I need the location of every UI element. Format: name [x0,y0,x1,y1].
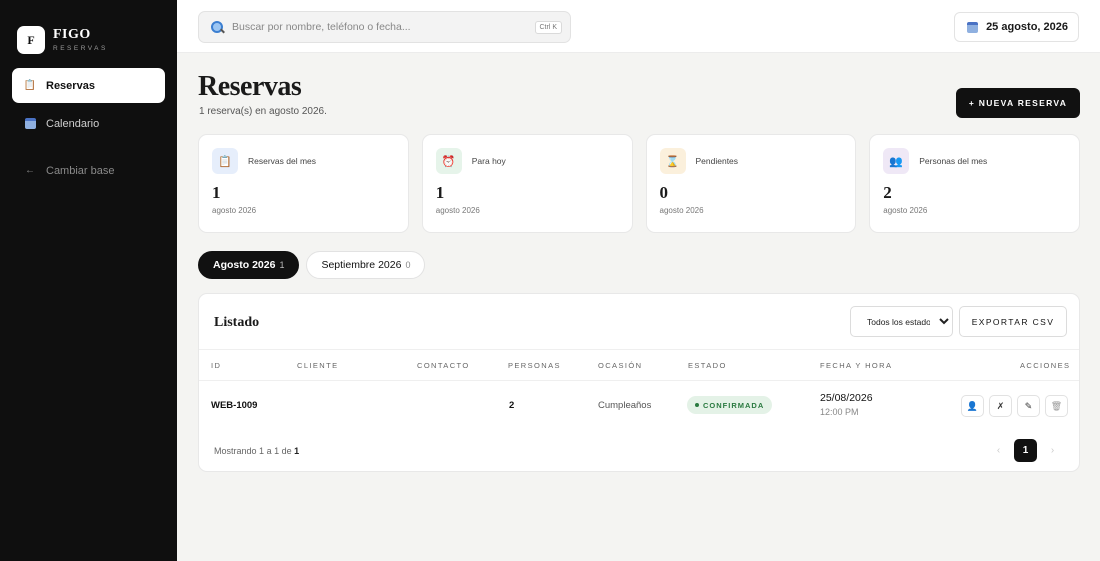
main-content: Reservas 1 reserva(s) en agosto 2026. + … [177,53,1100,561]
column-header-fecha-hora[interactable]: FECHA Y HORA [820,361,892,370]
page-title: Reservas [198,71,302,102]
reservation-id: WEB-1009 [211,400,258,411]
calendar-icon [967,21,979,33]
clipboard-icon: 📋 [23,80,37,91]
shortcut-badge: Ctrl K [534,20,562,34]
stat-sub: agosto 2026 [435,206,480,215]
stat-value: 1 [435,183,445,202]
month-tabs: Agosto 2026 1 Septiembre 2026 0 [198,251,426,279]
stat-card-reservas-mes: 📋 Reservas del mes 1 agosto 2026 [198,134,409,233]
next-page-button[interactable]: › [1041,439,1064,462]
column-header-id[interactable]: ID [211,361,221,370]
stat-card-para-hoy: ⏰ Para hoy 1 agosto 2026 [421,134,633,233]
status-badge-label: CONFIRMADA [703,400,765,410]
cancel-icon[interactable]: ✗ [989,395,1012,417]
column-header-acciones: ACCIONES [1020,361,1071,370]
brand-logo: F [17,26,45,54]
tab-label: Septiembre 2026 [321,259,402,271]
stats-cards: 📋 Reservas del mes 1 agosto 2026 ⏰ Para … [198,134,1080,233]
column-header-ocasion[interactable]: OCASIÓN [598,361,642,370]
sidebar-item-label: Reservas [46,79,95,92]
sidebar-item-calendario[interactable]: Calendario [12,106,165,141]
tab-count: 1 [279,260,285,270]
stat-sub: agosto 2026 [659,206,704,215]
panel-title: Listado [214,315,260,330]
tab-septiembre-2026[interactable]: Septiembre 2026 0 [306,251,426,279]
change-base-label: Cambiar base [46,164,115,177]
tab-count: 0 [405,260,411,270]
page-subtitle: 1 reserva(s) en agosto 2026. [199,106,327,117]
brand-subtitle: RESERVAS [53,45,108,52]
people-icon: 👥 [883,148,910,174]
trash-icon[interactable]: 🗑 [1045,395,1068,417]
tab-agosto-2026[interactable]: Agosto 2026 1 [198,251,300,279]
stat-label: Pendientes [695,156,739,166]
brand[interactable]: F FIGO RESERVAS [0,0,177,62]
current-date: 25 agosto, 2026 [986,21,1068,33]
export-csv-button[interactable]: EXPORTAR CSV [959,306,1067,337]
reservation-occasion: Cumpleaños [598,400,652,411]
stat-card-pendientes: ⌛ Pendientes 0 agosto 2026 [645,134,857,233]
search-box[interactable]: Ctrl K [198,11,571,43]
column-header-personas[interactable]: PERSONAS [508,361,561,370]
search-icon [210,20,224,34]
user-icon[interactable]: 👤 [961,395,984,417]
sidebar-nav: 📋 Reservas Calendario ← Cambiar base [0,62,177,188]
sidebar: F FIGO RESERVAS 📋 Reservas Calendario ← … [0,0,177,561]
stat-card-personas-mes: 👥 Personas del mes 2 agosto 2026 [869,134,1080,233]
reservation-date: 25/08/2026 [820,392,873,404]
sidebar-item-label: Calendario [46,117,100,130]
stat-value: 0 [659,183,669,202]
calendar-icon [24,118,36,130]
stat-value: 1 [212,183,221,202]
table-header: ID CLIENTE CONTACTO PERSONAS OCASIÓN EST… [199,349,1079,381]
new-reservation-button[interactable]: + NUEVA RESERVA [956,88,1080,118]
status-dot-icon [695,403,699,407]
row-actions: 👤 ✗ ✎ 🗑 [961,395,1068,417]
page-1-button[interactable]: 1 [1014,439,1037,462]
current-date-button[interactable]: 25 agosto, 2026 [954,12,1079,42]
table-row[interactable]: WEB-1009 2 Cumpleaños CONFIRMADA 25/08/2… [199,381,1079,431]
column-header-estado[interactable]: ESTADO [688,361,727,370]
clipboard-icon: 📋 [212,148,238,174]
stat-sub: agosto 2026 [883,206,928,215]
reservation-time: 12:00 PM [820,407,859,417]
edit-icon[interactable]: ✎ [1017,395,1040,417]
status-filter-select[interactable]: Todos los estados [850,306,953,337]
tab-label: Agosto 2026 [213,259,276,271]
topbar: Ctrl K 25 agosto, 2026 [177,0,1100,53]
status-badge: CONFIRMADA [687,396,773,414]
pagination: ‹ 1 › [987,439,1064,462]
column-header-cliente[interactable]: CLIENTE [297,361,338,370]
reservations-panel: Listado Todos los estados EXPORTAR CSV I… [198,293,1080,472]
stat-value: 2 [883,183,892,202]
prev-page-button[interactable]: ‹ [987,439,1010,462]
alarm-clock-icon: ⏰ [435,148,462,174]
stat-label: Personas del mes [919,156,988,166]
stat-sub: agosto 2026 [212,206,257,215]
arrow-left-icon: ← [25,165,35,176]
pagination-summary: Mostrando 1 a 1 de 1 [214,446,300,456]
reservation-people: 2 [509,400,515,411]
stat-label: Reservas del mes [248,156,317,166]
sidebar-item-reservas[interactable]: 📋 Reservas [12,68,165,103]
column-header-contacto[interactable]: CONTACTO [417,361,470,370]
change-base-link[interactable]: ← Cambiar base [12,153,165,188]
stat-label: Para hoy [471,156,506,166]
hourglass-icon: ⌛ [659,148,686,174]
brand-name: FIGO [53,27,91,42]
search-input[interactable] [232,21,535,33]
